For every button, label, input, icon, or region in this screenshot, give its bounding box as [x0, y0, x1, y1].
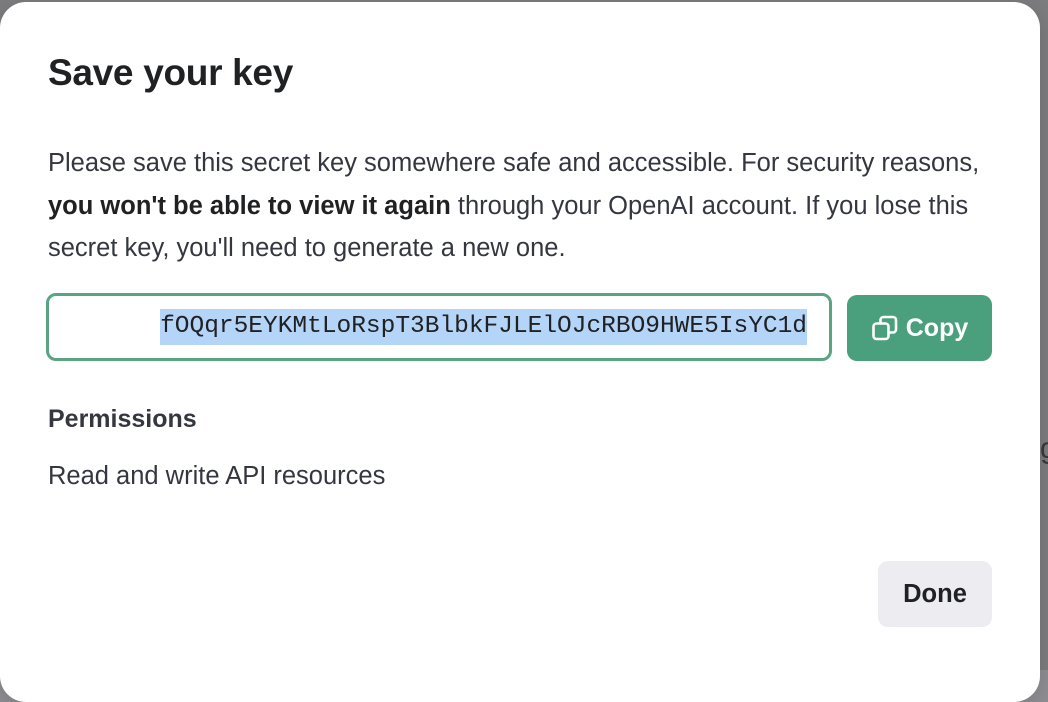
permissions-heading: Permissions — [48, 405, 197, 433]
save-key-dialog: Save your key Please save this secret ke… — [0, 2, 1040, 702]
copy-button[interactable]: Copy — [847, 295, 992, 361]
dialog-title: Save your key — [48, 52, 293, 93]
permissions-value: Read and write API resources — [48, 462, 386, 490]
copy-icon — [871, 315, 898, 341]
description-text: Please save this secret key somewhere sa… — [48, 149, 980, 177]
background-text-fragment: g — [1040, 432, 1048, 466]
description-warning: you won't be able to view it again — [48, 191, 451, 220]
secret-key-viewport: fOQqr5EYKMtLoRspT3BlbkFJLElOJcRBO9HWE5Is… — [74, 309, 807, 345]
done-button[interactable]: Done — [878, 561, 992, 627]
copy-button-label: Copy — [905, 313, 969, 342]
secret-key-field[interactable]: fOQqr5EYKMtLoRspT3BlbkFJLElOJcRBO9HWE5Is… — [46, 293, 832, 361]
secret-key-value[interactable]: fOQqr5EYKMtLoRspT3BlbkFJLElOJcRBO9HWE5Is… — [160, 309, 807, 345]
dialog-description: Please save this secret key somewhere sa… — [48, 142, 988, 270]
